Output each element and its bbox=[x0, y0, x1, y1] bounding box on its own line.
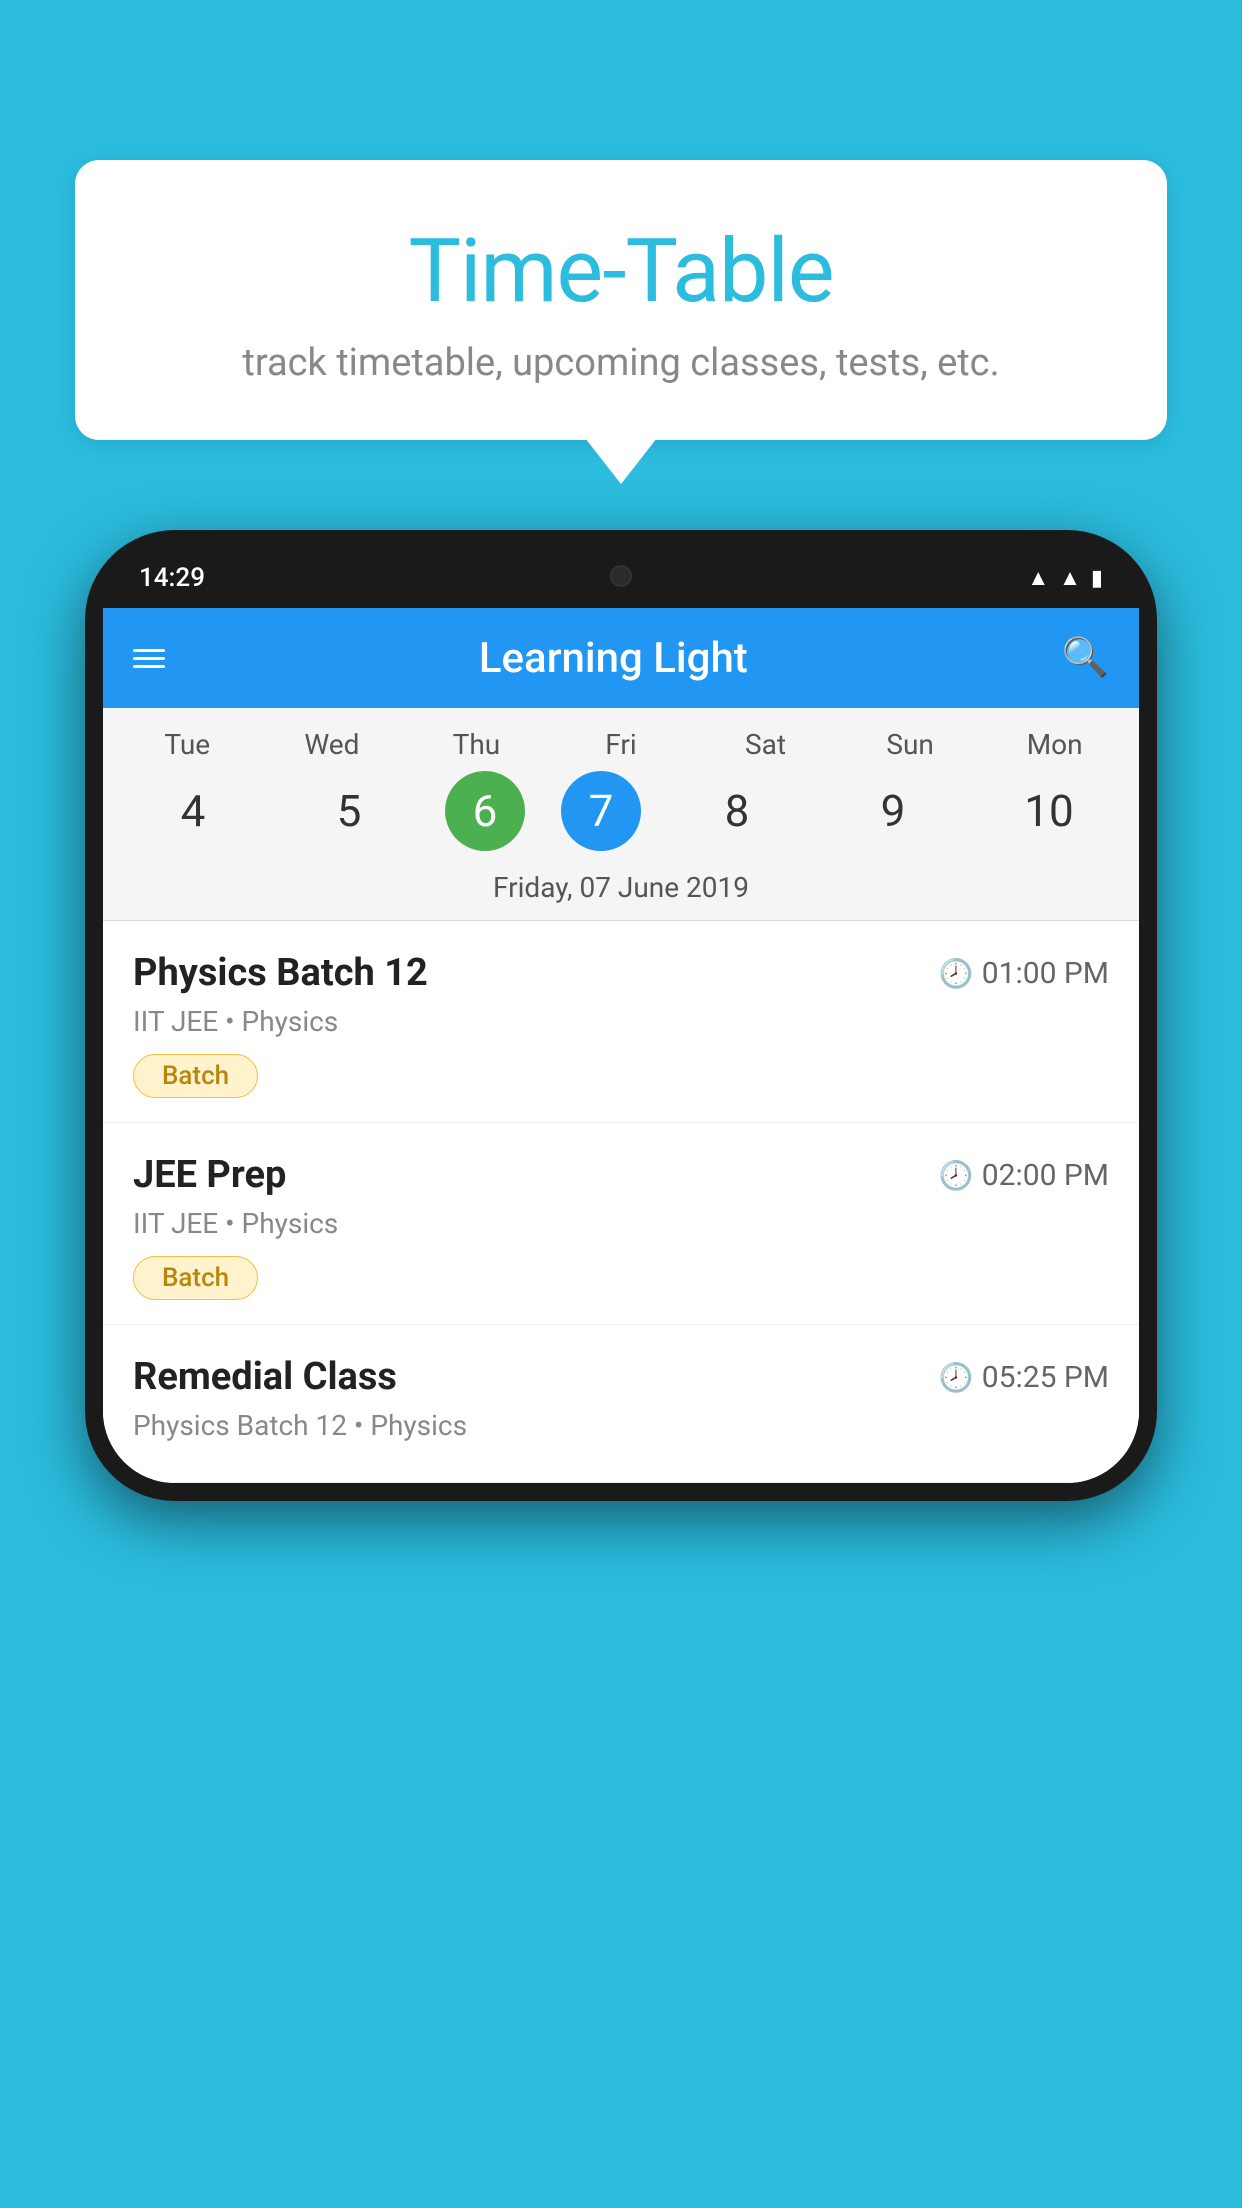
schedule-item-1[interactable]: Physics Batch 12 🕗 01:00 PM IIT JEE • Ph… bbox=[103, 921, 1139, 1123]
clock-icon-3: 🕗 bbox=[939, 1361, 974, 1394]
speech-bubble-section: Time-Table track timetable, upcoming cla… bbox=[75, 160, 1167, 440]
clock-icon-1: 🕗 bbox=[939, 957, 974, 990]
day-header-tue: Tue bbox=[127, 728, 247, 761]
app-title: Learning Light bbox=[479, 634, 748, 683]
phone-wrapper: 14:29 ▲ ▲ ▮ Learning Light 🔍 bbox=[85, 530, 1157, 2208]
search-icon[interactable]: 🔍 bbox=[1062, 636, 1109, 680]
selected-date-label: Friday, 07 June 2019 bbox=[103, 871, 1139, 921]
hamburger-menu-button[interactable] bbox=[133, 644, 165, 673]
day-header-mon: Mon bbox=[995, 728, 1115, 761]
schedule-item-1-header: Physics Batch 12 🕗 01:00 PM bbox=[133, 951, 1109, 995]
day-header-wed: Wed bbox=[272, 728, 392, 761]
day-headers: Tue Wed Thu Fri Sat Sun Mon bbox=[103, 728, 1139, 771]
date-7-selected[interactable]: 7 bbox=[561, 771, 641, 851]
phone-camera bbox=[610, 565, 632, 587]
date-10[interactable]: 10 bbox=[989, 771, 1109, 851]
bubble-subtitle: track timetable, upcoming classes, tests… bbox=[125, 341, 1117, 385]
day-header-thu: Thu bbox=[416, 728, 536, 761]
phone-screen: Learning Light 🔍 Tue Wed Thu Fri Sat Sun… bbox=[103, 608, 1139, 1483]
batch-badge-1: Batch bbox=[133, 1054, 258, 1098]
batch-badge-2: Batch bbox=[133, 1256, 258, 1300]
signal-icon: ▲ bbox=[1059, 565, 1081, 591]
date-6-today[interactable]: 6 bbox=[445, 771, 525, 851]
date-9[interactable]: 9 bbox=[833, 771, 953, 851]
status-time: 14:29 bbox=[139, 563, 205, 593]
app-bar: Learning Light 🔍 bbox=[103, 608, 1139, 708]
date-5[interactable]: 5 bbox=[289, 771, 409, 851]
bubble-title: Time-Table bbox=[125, 220, 1117, 323]
status-bar: 14:29 ▲ ▲ ▮ bbox=[103, 548, 1139, 608]
day-numbers: 4 5 6 7 8 9 10 bbox=[103, 771, 1139, 871]
date-4[interactable]: 4 bbox=[133, 771, 253, 851]
status-icons: ▲ ▲ ▮ bbox=[1027, 565, 1103, 591]
schedule-item-3-title: Remedial Class bbox=[133, 1355, 397, 1399]
schedule-item-2-time: 🕗 02:00 PM bbox=[939, 1158, 1109, 1193]
schedule-item-2-title: JEE Prep bbox=[133, 1153, 286, 1197]
schedule-item-1-subtitle: IIT JEE • Physics bbox=[133, 1005, 1109, 1038]
speech-bubble: Time-Table track timetable, upcoming cla… bbox=[75, 160, 1167, 440]
schedule-item-3-header: Remedial Class 🕗 05:25 PM bbox=[133, 1355, 1109, 1399]
date-8[interactable]: 8 bbox=[677, 771, 797, 851]
schedule-item-3[interactable]: Remedial Class 🕗 05:25 PM Physics Batch … bbox=[103, 1325, 1139, 1483]
day-header-fri: Fri bbox=[561, 728, 681, 761]
day-header-sun: Sun bbox=[850, 728, 970, 761]
schedule-item-2[interactable]: JEE Prep 🕗 02:00 PM IIT JEE • Physics Ba… bbox=[103, 1123, 1139, 1325]
schedule-item-2-header: JEE Prep 🕗 02:00 PM bbox=[133, 1153, 1109, 1197]
schedule-item-2-subtitle: IIT JEE • Physics bbox=[133, 1207, 1109, 1240]
phone-outer: 14:29 ▲ ▲ ▮ Learning Light 🔍 bbox=[85, 530, 1157, 1501]
schedule-item-1-title: Physics Batch 12 bbox=[133, 951, 428, 995]
schedule-list: Physics Batch 12 🕗 01:00 PM IIT JEE • Ph… bbox=[103, 921, 1139, 1483]
schedule-item-3-time: 🕗 05:25 PM bbox=[939, 1360, 1109, 1395]
schedule-item-3-subtitle: Physics Batch 12 • Physics bbox=[133, 1409, 1109, 1442]
wifi-icon: ▲ bbox=[1027, 565, 1049, 591]
phone-notch bbox=[531, 548, 711, 603]
day-header-sat: Sat bbox=[706, 728, 826, 761]
clock-icon-2: 🕗 bbox=[939, 1159, 974, 1192]
schedule-item-1-time: 🕗 01:00 PM bbox=[939, 956, 1109, 991]
calendar-strip: Tue Wed Thu Fri Sat Sun Mon 4 5 6 7 8 9 … bbox=[103, 708, 1139, 921]
battery-icon: ▮ bbox=[1091, 566, 1103, 591]
